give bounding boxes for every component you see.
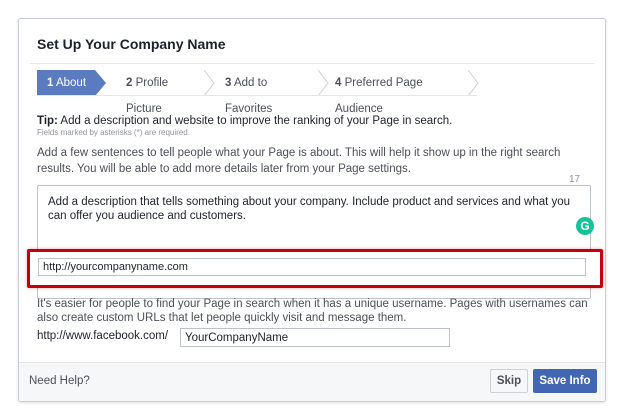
need-help-link[interactable]: Need Help? xyxy=(29,375,90,387)
step-preferred-page-audience[interactable]: 4 Preferred Page Audience xyxy=(327,70,467,115)
steps-bottom-border xyxy=(37,95,477,96)
website-input[interactable] xyxy=(38,258,586,276)
step-label: Preferred Page Audience xyxy=(335,77,423,115)
tip-prefix: Tip: xyxy=(37,115,58,127)
grammarly-icon[interactable]: G xyxy=(576,217,594,235)
step-chevron-2 xyxy=(203,70,215,96)
step-label: Profile Picture xyxy=(126,77,169,115)
step-chevron-4 xyxy=(467,70,479,96)
tip-text: Tip: Add a description and website to im… xyxy=(37,115,452,127)
step-label: Add to Favorites xyxy=(225,77,273,115)
step-label: About xyxy=(55,77,87,89)
tip-body: Add a description and website to improve… xyxy=(57,115,453,127)
setup-dialog: Set Up Your Company Name 1 About 2 Profi… xyxy=(18,18,606,402)
required-note: Fields marked by asterisks (*) are requi… xyxy=(37,128,190,137)
char-counter: 17 xyxy=(569,174,581,185)
step-number: 3 xyxy=(225,77,232,89)
step-profile-picture[interactable]: 2 Profile Picture xyxy=(109,70,207,115)
step-add-to-favorites[interactable]: 3 Add to Favorites xyxy=(215,70,313,115)
intro-text: Add a few sentences to tell people what … xyxy=(37,147,561,175)
username-input[interactable] xyxy=(180,328,450,347)
step-about[interactable]: 1 About xyxy=(37,70,95,96)
username-help-text: It's easier for people to find your Page… xyxy=(37,298,588,324)
dialog-footer: Need Help? Skip Save Info xyxy=(19,362,605,401)
title-divider xyxy=(30,63,594,64)
skip-button[interactable]: Skip xyxy=(490,369,528,393)
description-placeholder: Add a description that tells something a… xyxy=(48,196,571,222)
facebook-url-prefix: http://www.facebook.com/ xyxy=(37,330,169,342)
step-number: 4 xyxy=(335,77,342,89)
step-progress: 1 About 2 Profile Picture 3 Add to Favor… xyxy=(37,70,479,115)
website-field-highlight xyxy=(27,249,603,288)
step-chevron-1 xyxy=(95,70,106,96)
save-info-button[interactable]: Save Info xyxy=(533,369,597,393)
step-number: 2 xyxy=(126,77,133,89)
step-number: 1 xyxy=(47,77,54,89)
dialog-title: Set Up Your Company Name xyxy=(37,36,226,52)
